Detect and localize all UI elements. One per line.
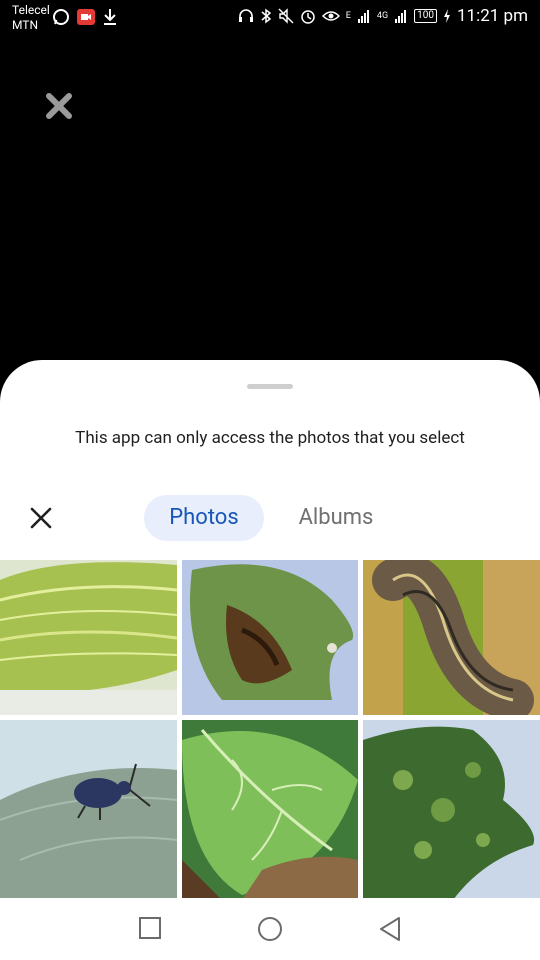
close-icon[interactable] <box>45 92 73 120</box>
photo-thumbnail[interactable] <box>0 560 177 715</box>
mute-icon <box>278 8 294 24</box>
recents-icon[interactable] <box>138 916 162 940</box>
tab-albums[interactable]: Albums <box>276 495 396 541</box>
diseased-leaf-image <box>182 560 358 715</box>
charging-icon <box>443 9 450 23</box>
picker-tab-bar: Photos Albums <box>0 492 540 544</box>
photo-thumbnail[interactable] <box>363 560 540 715</box>
carrier-line-1: Telecel <box>12 3 50 17</box>
photo-thumbnail[interactable] <box>182 560 358 715</box>
network-type-2: 4G <box>376 11 389 21</box>
photo-grid <box>0 560 540 900</box>
video-recorder-icon <box>77 9 95 25</box>
status-bar: Telecel MTN E 4G 100 11:21 pm <box>0 0 540 40</box>
carrier-info: Telecel MTN <box>12 3 50 33</box>
navigation-bar <box>0 898 540 960</box>
clock: 11:21 pm <box>456 6 528 26</box>
bluetooth-icon <box>261 8 271 24</box>
access-notice: This app can only access the photos that… <box>75 428 465 448</box>
photo-picker-sheet: This app can only access the photos that… <box>0 360 540 900</box>
signal-icon-2 <box>395 10 407 23</box>
photo-thumbnail[interactable] <box>0 720 177 900</box>
striped-leaf-image <box>0 560 177 715</box>
tab-photos[interactable]: Photos <box>144 495 264 541</box>
green-leaf-image <box>182 720 358 900</box>
network-type-1: E <box>345 11 351 21</box>
headset-icon <box>238 9 253 22</box>
alarm-icon <box>301 10 315 24</box>
download-icon <box>104 9 116 25</box>
weevil-on-leaf-image <box>0 720 177 900</box>
close-picker-icon[interactable] <box>28 505 54 531</box>
notification-icons <box>52 8 118 26</box>
mottled-leaf-image <box>363 720 540 900</box>
eye-comfort-icon <box>321 11 340 21</box>
signal-icon-1 <box>357 10 369 23</box>
caterpillar-image <box>363 560 540 715</box>
back-icon[interactable] <box>378 916 402 942</box>
home-icon[interactable] <box>257 916 283 942</box>
drag-handle[interactable] <box>247 384 293 389</box>
battery-level: 100 <box>414 9 437 23</box>
whatsapp-icon <box>53 9 69 25</box>
photo-thumbnail[interactable] <box>182 720 358 900</box>
photo-thumbnail[interactable] <box>363 720 540 900</box>
status-icons: E 4G 100 11:21 pm <box>238 6 528 26</box>
carrier-line-2: MTN <box>12 18 39 32</box>
